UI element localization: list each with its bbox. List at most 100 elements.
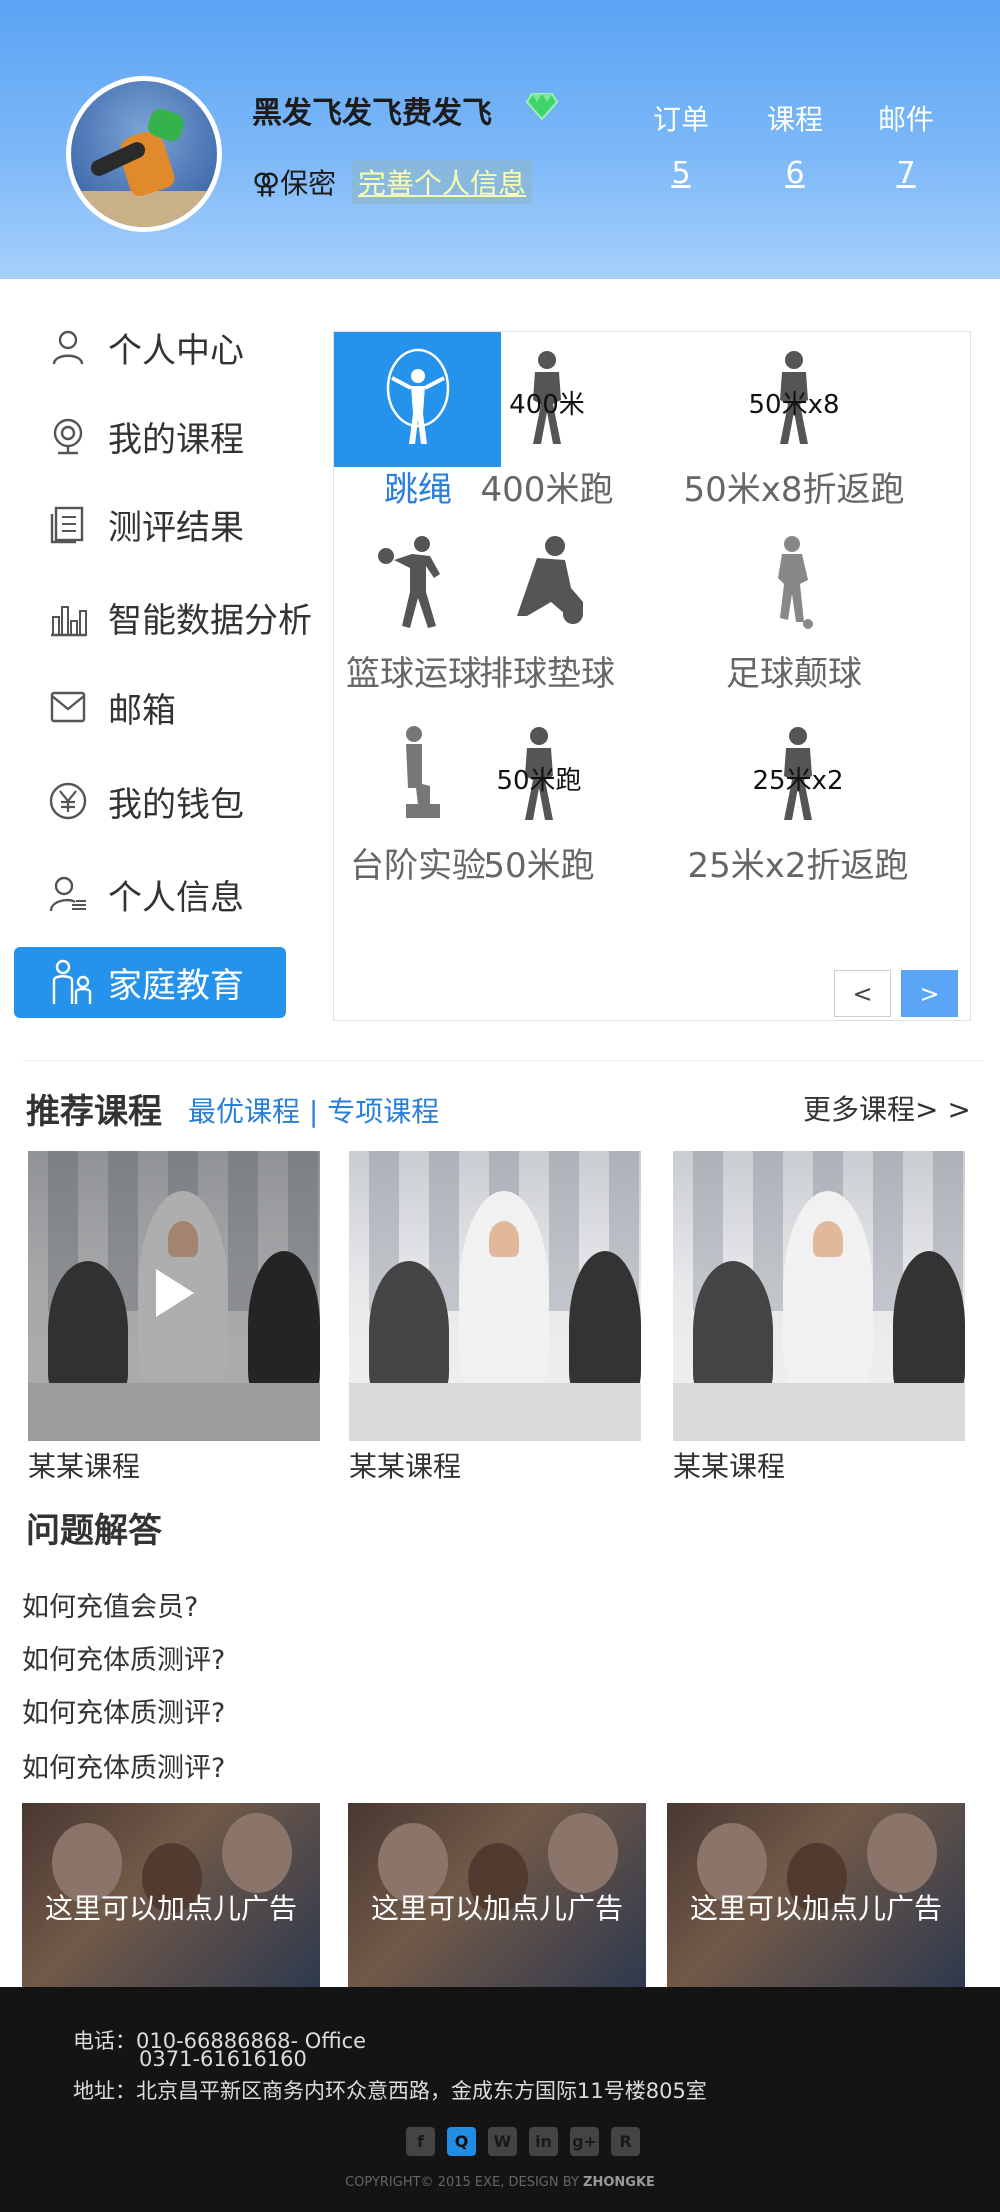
- course-card[interactable]: 某某课程: [349, 1151, 641, 1485]
- volleyball-icon: [497, 532, 597, 632]
- avatar[interactable]: [66, 76, 222, 232]
- section-divider: [22, 1060, 982, 1061]
- runner-icon: 400米: [497, 348, 597, 448]
- sidebar-item-label: 测评结果: [108, 507, 244, 548]
- football-icon: [744, 532, 844, 632]
- mail-icon: [46, 685, 90, 729]
- footer-address: 地址：北京昌平新区商务内环众意西路，金成东方国际11号楼805室: [73, 2079, 707, 2103]
- test-tile-name: 排球垫球: [479, 654, 615, 694]
- prev-page-button[interactable]: <: [834, 970, 891, 1017]
- sidebar-item-my-courses[interactable]: 我的课程: [46, 408, 244, 464]
- sidebar-item-label: 智能数据分析: [108, 600, 312, 641]
- qa-item[interactable]: 如何充体质测评?: [22, 1638, 225, 1677]
- family-icon: [48, 958, 98, 1008]
- avatar-ground: [71, 191, 217, 227]
- tile-overlay-text: 50米跑: [496, 766, 582, 796]
- facebook-icon[interactable]: f: [406, 2127, 435, 2156]
- document-icon: [46, 502, 90, 546]
- course-thumbnail: [28, 1151, 320, 1441]
- test-tile-volleyball[interactable]: 排球垫球: [447, 532, 647, 695]
- rss-icon[interactable]: R: [611, 2127, 640, 2156]
- play-icon[interactable]: [156, 1269, 194, 1317]
- sidebar-item-wallet[interactable]: 我的钱包: [46, 773, 244, 829]
- stat-label: 邮件: [877, 103, 934, 136]
- qa-item[interactable]: 如何充值会员?: [22, 1585, 198, 1624]
- test-tile-name: 400米跑: [480, 470, 614, 510]
- sidebar-item-label: 个人信息: [108, 877, 244, 918]
- username: 黑发飞发飞费发飞: [252, 96, 492, 131]
- test-tile-football[interactable]: 足球颠球: [694, 532, 894, 695]
- recommend-title: 推荐课程: [26, 1092, 162, 1132]
- yen-icon: [46, 779, 90, 823]
- footer-phone-2: 0371-61616160: [139, 2047, 307, 2071]
- sidebar-item-label: 我的课程: [108, 419, 244, 460]
- tile-overlay-text: 25米x2: [752, 766, 844, 796]
- sidebar-item-data-analysis[interactable]: 智能数据分析: [46, 589, 312, 645]
- ad-banner[interactable]: 这里可以加点儿广告: [667, 1803, 965, 1987]
- course-card[interactable]: 某某课程: [28, 1151, 320, 1485]
- qa-title: 问题解答: [26, 1511, 162, 1551]
- google-plus-icon[interactable]: g+: [570, 2127, 599, 2156]
- stat-count[interactable]: 6: [750, 156, 840, 191]
- runner-icon: 25米x2: [748, 724, 848, 824]
- runner-icon: 50米跑: [489, 724, 589, 824]
- stat-count[interactable]: 7: [861, 156, 951, 191]
- copyright: COPYRIGHT© 2015 EXE, DESIGN BY ZHONGKE: [0, 2175, 1000, 2190]
- tile-overlay-text: 400米: [509, 390, 585, 420]
- sidebar-item-label: 邮箱: [108, 690, 176, 731]
- test-tile-50m-x8[interactable]: 50米x8 50米x8折返跑: [674, 348, 914, 511]
- test-tile-name: 足球颠球: [726, 654, 862, 694]
- stat-courses[interactable]: 课程 6: [750, 98, 840, 191]
- test-tile-name: 25米x2折返跑: [687, 846, 909, 886]
- test-tile-25m-x2[interactable]: 25米x2 25米x2折返跑: [678, 724, 918, 887]
- profile-icon: [46, 872, 90, 916]
- stat-label: 订单: [652, 103, 709, 136]
- tab-divider: |: [308, 1095, 319, 1128]
- ad-banner[interactable]: 这里可以加点儿广告: [22, 1803, 320, 1987]
- gender-icon: ⚢: [252, 167, 281, 200]
- wechat-icon[interactable]: W: [488, 2127, 517, 2156]
- sidebar-item-label: 个人中心: [108, 330, 244, 371]
- bar-chart-icon: [46, 595, 90, 639]
- test-tile-50m[interactable]: 50米跑 50米跑: [439, 724, 639, 887]
- ad-text: 这里可以加点儿广告: [44, 1892, 297, 1925]
- next-page-button[interactable]: >: [901, 970, 958, 1017]
- more-courses-link[interactable]: 更多课程> >: [803, 1088, 971, 1128]
- course-thumbnail: [673, 1151, 965, 1441]
- course-name: 某某课程: [673, 1450, 786, 1483]
- stat-orders[interactable]: 订单 5: [636, 98, 726, 191]
- complete-profile-link[interactable]: 完善个人信息: [352, 160, 533, 204]
- stat-count[interactable]: 5: [636, 156, 726, 191]
- profile-header: 黑发飞发飞费发飞 ⚢保密 完善个人信息 订单 5 课程 6 邮件 7: [0, 0, 1000, 279]
- sidebar-item-personal-center[interactable]: 个人中心: [46, 319, 244, 375]
- diamond-icon: [526, 93, 558, 120]
- tab-best-courses[interactable]: 最优课程: [188, 1095, 300, 1128]
- recommend-tabs: 最优课程 | 专项课程: [188, 1090, 439, 1130]
- ad-text: 这里可以加点儿广告: [689, 1892, 942, 1925]
- test-tile-name: 50米x8折返跑: [683, 470, 905, 510]
- stat-label: 课程: [766, 103, 823, 136]
- tab-special-courses[interactable]: 专项课程: [327, 1095, 439, 1128]
- gender-text: 保密: [280, 167, 337, 200]
- user-icon: [46, 325, 90, 369]
- copyright-brand: ZHONGKE: [583, 2175, 655, 2190]
- sidebar-item-label: 家庭教育: [108, 966, 244, 1006]
- sidebar-item-mailbox[interactable]: 邮箱: [46, 679, 176, 735]
- test-tile-400m[interactable]: 400米 400米跑: [447, 348, 647, 511]
- qq-icon[interactable]: Q: [447, 2127, 476, 2156]
- fitness-test-grid: 跳绳 400米 400米跑 50米x8 50米x8折返跑 篮球运球 排球垫球 足…: [333, 331, 971, 1021]
- ad-banner[interactable]: 这里可以加点儿广告: [348, 1803, 646, 1987]
- sidebar-item-label: 我的钱包: [108, 784, 244, 825]
- course-name: 某某课程: [349, 1450, 462, 1483]
- test-tile-name: 50米跑: [483, 846, 595, 886]
- sidebar-item-personal-info[interactable]: 个人信息: [46, 866, 244, 922]
- qa-item[interactable]: 如何充体质测评?: [22, 1691, 225, 1730]
- webcam-icon: [46, 414, 90, 458]
- stat-mail[interactable]: 邮件 7: [861, 98, 951, 191]
- course-card[interactable]: 某某课程: [673, 1151, 965, 1485]
- sidebar-item-family-education[interactable]: 家庭教育: [14, 947, 286, 1018]
- gender-label: ⚢保密: [252, 162, 336, 202]
- sidebar-item-results[interactable]: 测评结果: [46, 496, 244, 552]
- linkedin-icon[interactable]: in: [529, 2127, 558, 2156]
- qa-item[interactable]: 如何充体质测评?: [22, 1746, 225, 1785]
